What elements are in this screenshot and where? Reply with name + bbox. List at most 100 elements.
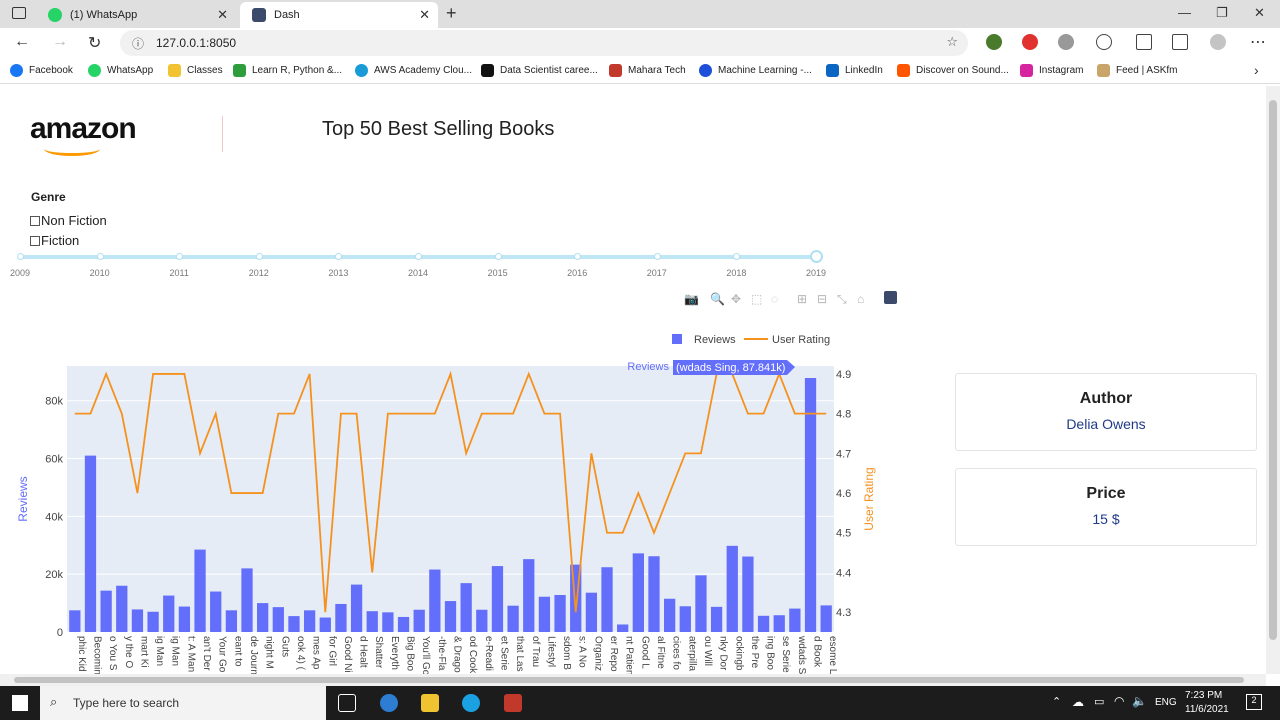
- author-value: Delia Owens: [1066, 416, 1146, 432]
- horizontal-scrollbar[interactable]: [0, 674, 1266, 686]
- autoscale-icon[interactable]: ⤡: [837, 292, 847, 307]
- x-tick-label: of Trau: [530, 636, 541, 667]
- app-icon[interactable]: [504, 694, 522, 712]
- extensions-icon[interactable]: [1096, 34, 1112, 50]
- header-divider: [222, 116, 223, 152]
- tray-chevron-icon[interactable]: ⌃: [1052, 695, 1061, 708]
- zoom-icon[interactable]: 🔍: [710, 292, 725, 306]
- slider-year-label[interactable]: 2011: [170, 268, 189, 278]
- x-tick-label: Good L: [639, 636, 650, 669]
- slider-dot[interactable]: [494, 253, 502, 260]
- notifications-icon[interactable]: 2: [1246, 694, 1262, 710]
- reviews-bar: [272, 607, 284, 632]
- slider-year-label[interactable]: 2015: [488, 268, 508, 278]
- x-tick-label: mes Ap: [311, 636, 322, 670]
- box-select-icon[interactable]: ⬚: [751, 292, 762, 306]
- favorite-star-icon[interactable]: ☆: [946, 34, 958, 50]
- edge-active-icon[interactable]: [462, 694, 480, 712]
- bookmark-facebook[interactable]: Facebook: [10, 64, 73, 77]
- slider-dot[interactable]: [96, 253, 104, 260]
- slider-year-label[interactable]: 2014: [408, 268, 428, 278]
- extension-icon[interactable]: [986, 34, 1002, 50]
- slider-year-label[interactable]: 2019: [806, 268, 826, 278]
- close-tab-icon[interactable]: ✕: [419, 7, 430, 23]
- collections-icon[interactable]: [1172, 34, 1188, 50]
- slider-year-label[interactable]: 2017: [647, 268, 667, 278]
- close-window-button[interactable]: ✕: [1254, 5, 1265, 21]
- cloud-icon[interactable]: ☁: [1072, 695, 1084, 709]
- slider-year-label[interactable]: 2012: [249, 268, 269, 278]
- bookmark-ml[interactable]: Machine Learning -...: [699, 64, 812, 77]
- edge-icon[interactable]: [380, 694, 398, 712]
- tab-actions-icon[interactable]: [12, 7, 26, 19]
- scrollbar-thumb[interactable]: [14, 677, 1244, 683]
- battery-icon[interactable]: ▭: [1094, 695, 1104, 708]
- url-field[interactable]: ⓘ 127.0.0.1:8050 ☆: [120, 30, 968, 56]
- lasso-select-icon[interactable]: ◌: [771, 292, 778, 306]
- checkbox-fiction[interactable]: Fiction: [30, 233, 79, 248]
- bookmark-whatsapp[interactable]: WhatsApp: [88, 64, 153, 77]
- task-view-icon[interactable]: [338, 694, 356, 712]
- menu-icon[interactable]: ⋯: [1250, 32, 1266, 52]
- tab-dash[interactable]: Dash ✕: [240, 2, 438, 28]
- refresh-button[interactable]: ↻: [88, 33, 101, 53]
- forward-button[interactable]: →: [52, 33, 68, 51]
- slider-year-label[interactable]: 2013: [328, 268, 348, 278]
- bookmarks-overflow-icon[interactable]: ›: [1254, 62, 1259, 78]
- x-tick-label: Everyth: [389, 636, 400, 670]
- bookmark-learn[interactable]: Learn R, Python &...: [233, 64, 342, 77]
- slider-dot[interactable]: [653, 253, 661, 260]
- bookmark-datascientist[interactable]: Data Scientist caree...: [481, 64, 598, 77]
- slider-year-label[interactable]: 2018: [726, 268, 746, 278]
- language-indicator[interactable]: ENG: [1155, 697, 1177, 708]
- reviews-bar: [210, 591, 222, 632]
- vertical-scrollbar[interactable]: [1266, 86, 1280, 674]
- x-tick-label: sdom B: [561, 636, 572, 670]
- bookmark-soundcloud[interactable]: Discover on Sound...: [897, 64, 1009, 77]
- file-explorer-icon[interactable]: [421, 694, 439, 712]
- slider-year-label[interactable]: 2010: [90, 268, 110, 278]
- close-tab-icon[interactable]: ✕: [217, 7, 228, 23]
- slider-year-label[interactable]: 2009: [10, 268, 30, 278]
- tab-whatsapp[interactable]: (1) WhatsApp ✕: [36, 2, 236, 28]
- zoom-in-icon[interactable]: ⊞: [797, 292, 807, 306]
- wifi-icon[interactable]: ◠: [1114, 694, 1124, 708]
- reviews-bar: [601, 567, 613, 632]
- reset-axes-icon[interactable]: ⌂: [857, 292, 864, 306]
- info-icon[interactable]: ⓘ: [132, 35, 144, 52]
- back-button[interactable]: ←: [14, 33, 30, 51]
- bookmarks-bar: Facebook WhatsApp Classes Learn R, Pytho…: [0, 58, 1280, 84]
- bookmark-mahara[interactable]: Mahara Tech: [609, 64, 686, 77]
- scrollbar-thumb[interactable]: [1269, 100, 1277, 640]
- windows-start-icon[interactable]: [12, 695, 28, 711]
- adblock-icon[interactable]: [1022, 34, 1038, 50]
- bookmark-classes[interactable]: Classes: [168, 64, 223, 77]
- maximize-button[interactable]: ❐: [1216, 5, 1228, 21]
- clock-time[interactable]: 7:23 PM: [1185, 690, 1222, 701]
- plotly-logo-icon[interactable]: [884, 291, 897, 304]
- zoom-out-icon[interactable]: ⊟: [817, 292, 827, 306]
- clock-date[interactable]: 11/6/2021: [1185, 704, 1229, 715]
- checkbox-box[interactable]: [30, 235, 40, 246]
- x-tick-label: y the O: [123, 636, 134, 668]
- extension-icon[interactable]: [1058, 34, 1074, 50]
- slider-dot[interactable]: [17, 253, 24, 260]
- checkbox-box[interactable]: [30, 215, 40, 226]
- slider-dot[interactable]: [255, 253, 263, 260]
- taskbar-search[interactable]: ⌕ Type here to search: [40, 686, 326, 720]
- camera-icon[interactable]: 📷: [684, 292, 699, 306]
- checkbox-non-fiction[interactable]: Non Fiction: [30, 213, 107, 228]
- slider-dot[interactable]: [415, 253, 422, 260]
- year-slider-handle[interactable]: [810, 250, 823, 263]
- bookmark-askfm[interactable]: Feed | ASKfm: [1097, 64, 1178, 77]
- slider-year-label[interactable]: 2016: [567, 268, 587, 278]
- bookmark-linkedin[interactable]: LinkedIn: [826, 64, 883, 77]
- profile-avatar[interactable]: [1210, 34, 1226, 50]
- pan-icon[interactable]: ✥: [731, 292, 741, 306]
- bookmark-aws[interactable]: AWS Academy Clou...: [355, 64, 472, 77]
- minimize-button[interactable]: —: [1178, 5, 1191, 20]
- bookmark-instagram[interactable]: Instagram: [1020, 64, 1083, 77]
- favorites-icon[interactable]: [1136, 34, 1152, 50]
- volume-icon[interactable]: 🔈: [1132, 694, 1147, 708]
- new-tab-button[interactable]: +: [446, 3, 457, 24]
